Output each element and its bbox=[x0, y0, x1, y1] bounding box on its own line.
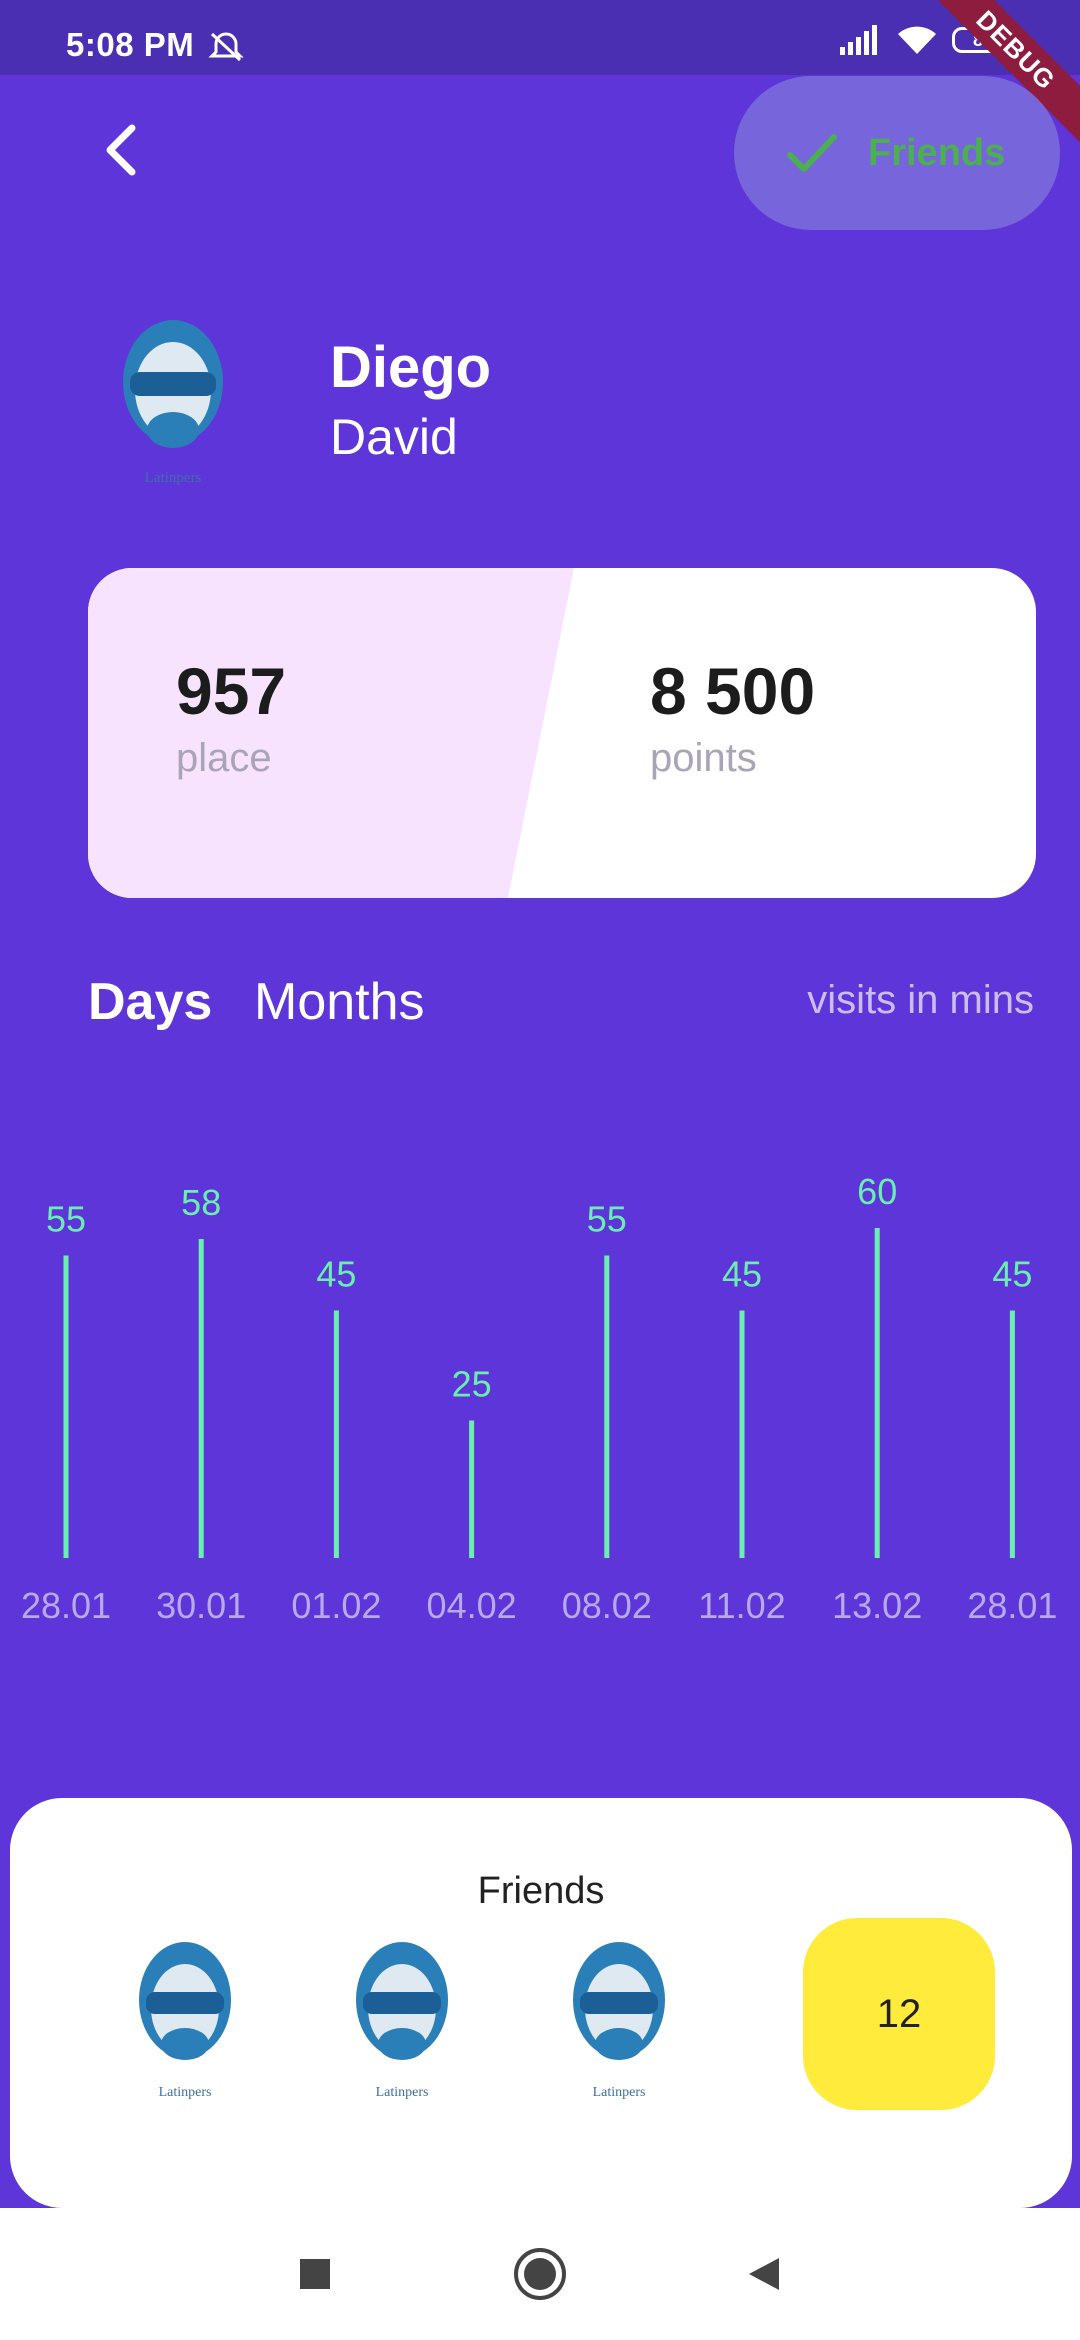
place-stat: 957 place bbox=[176, 658, 286, 781]
home-circle-icon[interactable] bbox=[510, 2244, 570, 2304]
friend-avatar-caption: Latinpers bbox=[593, 2085, 646, 2100]
friends-count-badge[interactable]: 12 bbox=[803, 1918, 995, 2110]
chart-value-label: 60 bbox=[857, 1171, 897, 1212]
visits-chart: 55 28.01 58 30.01 45 01.02 25 04.02 55 08.02 45 11.… bbox=[21, 1171, 1057, 1626]
friends-panel: Friends Latinpers Latinpers Latinpers 12 bbox=[10, 1798, 1072, 2208]
points-value: 8 500 bbox=[650, 654, 816, 728]
stats-card: 957 place 8 500 points bbox=[88, 568, 1036, 898]
friend-avatar[interactable]: Latinpers bbox=[564, 1934, 674, 2104]
profile-first-name: Diego bbox=[330, 335, 492, 400]
tab-days[interactable]: Days bbox=[88, 972, 212, 1032]
friends-button[interactable]: Friends bbox=[734, 76, 1060, 230]
chart-value-label: 25 bbox=[452, 1364, 492, 1405]
back-triangle-icon[interactable] bbox=[735, 2244, 795, 2304]
chart-tick-label: 04.02 bbox=[427, 1585, 517, 1626]
chart-value-label: 45 bbox=[992, 1254, 1032, 1295]
chart-tick-label: 01.02 bbox=[291, 1585, 381, 1626]
tab-months[interactable]: Months bbox=[254, 972, 425, 1032]
square-icon[interactable] bbox=[285, 2244, 345, 2304]
chart-tick-label: 13.02 bbox=[832, 1585, 922, 1626]
points-stat: 8 500 points bbox=[650, 658, 815, 781]
wifi-icon bbox=[898, 26, 936, 54]
profile-last-name: David bbox=[330, 409, 458, 465]
chart-value-label: 45 bbox=[722, 1254, 762, 1295]
friend-avatar-caption: Latinpers bbox=[159, 2085, 212, 2100]
chart-tick-label: 30.01 bbox=[156, 1585, 246, 1626]
signal-icon bbox=[840, 25, 877, 55]
system-nav-bar bbox=[0, 2208, 1080, 2340]
friends-panel-title: Friends bbox=[477, 1870, 605, 1912]
points-label: points bbox=[650, 736, 757, 780]
place-label: place bbox=[176, 736, 272, 780]
visits-label: visits in mins bbox=[807, 978, 1034, 1022]
avatar: Latinpers bbox=[123, 320, 223, 486]
alarm-off-icon bbox=[208, 32, 244, 62]
friends-button-label: Friends bbox=[868, 131, 1006, 174]
chart-tick-label: 28.01 bbox=[21, 1585, 111, 1626]
chart-tick-label: 28.01 bbox=[967, 1585, 1057, 1626]
chart-tick-label: 11.02 bbox=[698, 1585, 785, 1626]
chart-tick-label: 08.02 bbox=[562, 1585, 652, 1626]
friend-avatar[interactable]: Latinpers bbox=[347, 1934, 457, 2104]
chart-value-label: 58 bbox=[181, 1182, 221, 1223]
check-icon bbox=[787, 134, 837, 172]
chart-value-label: 45 bbox=[316, 1254, 356, 1295]
avatar-caption: Latinpers bbox=[145, 470, 202, 486]
chart-value-label: 55 bbox=[46, 1199, 86, 1240]
place-value: 957 bbox=[176, 654, 287, 728]
chart-value-label: 55 bbox=[587, 1199, 627, 1240]
status-bar: 5:08 PM 81 DEBUG bbox=[0, 0, 1080, 149]
friend-avatar[interactable]: Latinpers bbox=[130, 1934, 240, 2104]
friend-avatar-caption: Latinpers bbox=[376, 2085, 429, 2100]
status-time: 5:08 PM bbox=[66, 26, 195, 63]
back-button[interactable] bbox=[96, 122, 152, 178]
